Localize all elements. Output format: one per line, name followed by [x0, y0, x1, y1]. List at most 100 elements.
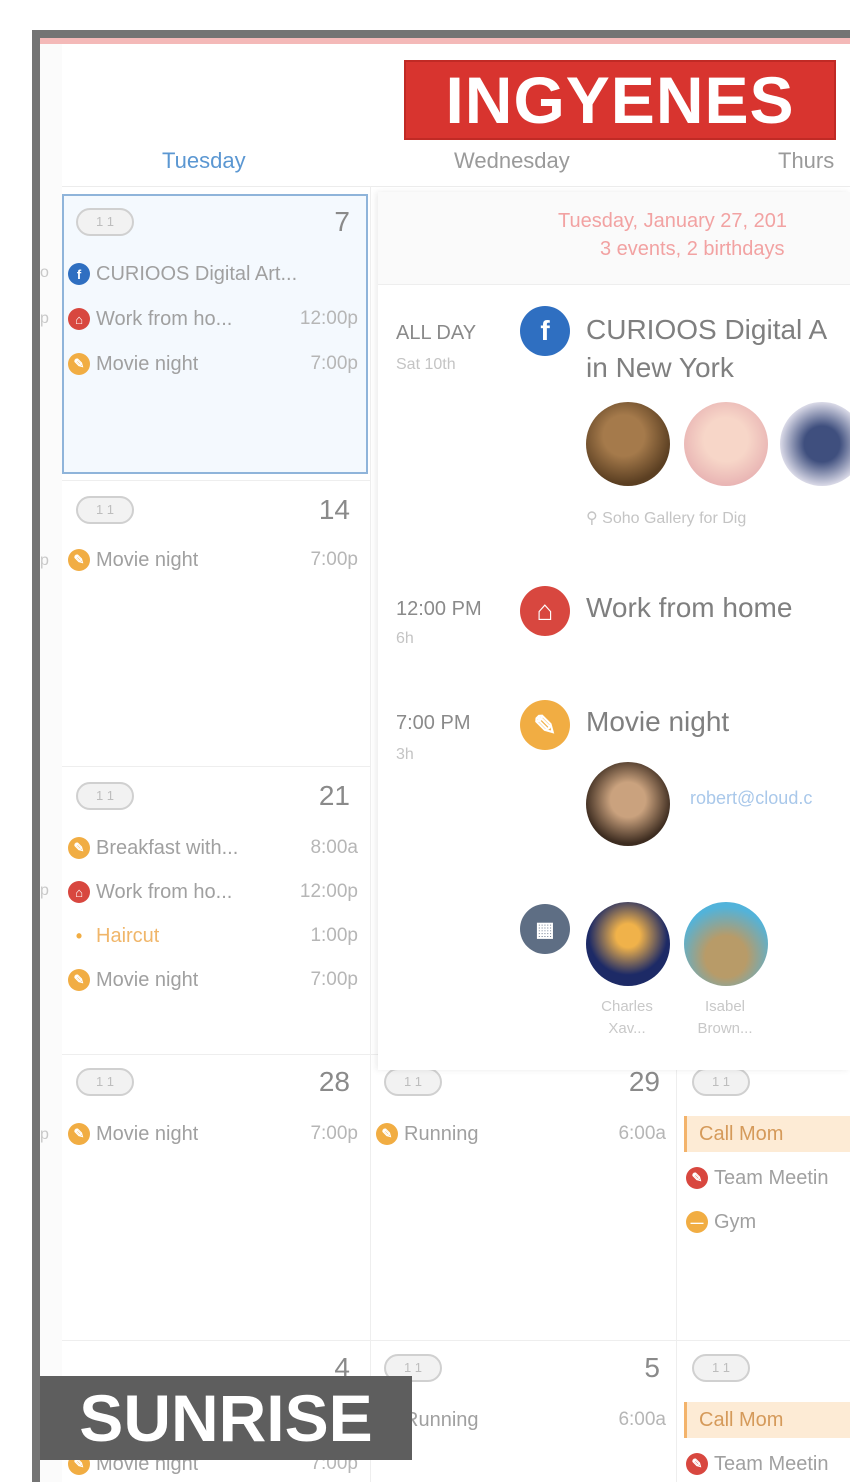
event-time: 7:00p: [310, 549, 358, 570]
detail-event-duration: Sat 10th: [396, 356, 456, 373]
gift-icon: ▦: [520, 904, 570, 954]
day-number: 7: [334, 206, 350, 237]
day-number: 14: [318, 494, 350, 525]
event-name: Movie night: [96, 548, 199, 571]
call-mom-event[interactable]: Call Mom: [684, 1116, 850, 1152]
detail-date: Tuesday, January 27, 201: [558, 210, 788, 232]
bullet-icon: •: [75, 925, 83, 946]
detail-count: 3 events, 2 birthdays: [600, 238, 785, 260]
event-name: Movie night: [96, 968, 199, 991]
week-gutter: [40, 44, 62, 1482]
detail-event-duration: 6h: [396, 630, 414, 647]
attendee-avatar[interactable]: [684, 402, 768, 486]
today-indicator-bar: [40, 38, 850, 44]
detail-event-title[interactable]: CURIOOS Digital A: [586, 314, 827, 346]
home-icon: ⌂: [68, 881, 90, 903]
attendee-avatar[interactable]: [586, 762, 670, 846]
detail-event-duration: 3h: [396, 746, 414, 763]
day-header-thursday[interactable]: Thurs: [778, 148, 834, 174]
event-time: 8:00a: [310, 837, 358, 858]
event-name: CURIOOS Digital Art...: [96, 262, 298, 285]
pencil-icon: ✎: [68, 1123, 90, 1145]
event-row[interactable]: ✎ Movie night 7:00p: [68, 546, 358, 574]
birthday-name: Isabel Brown...: [697, 998, 753, 1037]
detail-event-time: 7:00 PM: [396, 712, 471, 734]
pencil-icon: ✎: [68, 549, 90, 571]
event-row[interactable]: • Haircut 1:00p: [68, 922, 358, 950]
home-icon: ⌂: [68, 308, 90, 330]
day-header-wednesday[interactable]: Wednesday: [454, 148, 570, 174]
clipped-text: p: [40, 1126, 49, 1143]
week-number-pill: 1 1: [692, 1068, 750, 1096]
event-name: Running: [404, 1408, 479, 1431]
event-time: 7:00p: [310, 969, 358, 990]
facebook-icon: f: [68, 263, 90, 285]
event-name: Gym: [714, 1210, 757, 1233]
event-row[interactable]: ✎ Team Meetin: [686, 1164, 850, 1192]
week-number-pill: 1 1: [76, 496, 134, 524]
birthday-avatar[interactable]: [586, 902, 670, 986]
clipped-text: p: [40, 310, 49, 327]
detail-event-time: ALL DAY: [396, 322, 477, 344]
row-divider: [62, 480, 370, 481]
event-name: Work from ho...: [96, 880, 233, 903]
window-border-left: [32, 30, 40, 1482]
attendee-avatar[interactable]: [586, 402, 670, 486]
attendee-email[interactable]: robert@cloud.c: [690, 788, 812, 809]
row-divider: [62, 766, 370, 767]
home-icon: ⌂: [520, 586, 570, 636]
week-number-pill: 1 1: [76, 1068, 134, 1096]
column-divider: [370, 186, 371, 1482]
week-number-pill: 1 1: [692, 1354, 750, 1382]
promo-banner-top: INGYENES: [404, 60, 836, 140]
clipped-text: o: [40, 264, 49, 281]
event-name: Work from ho...: [96, 307, 233, 330]
event-time: 6:00a: [618, 1409, 666, 1430]
pencil-icon: ✎: [68, 837, 90, 859]
event-row[interactable]: ⌂ Work from ho... 12:00p: [68, 305, 358, 333]
week-number-pill: 1 1: [76, 208, 134, 236]
event-row[interactable]: ✎ Team Meetin: [686, 1450, 850, 1478]
event-row[interactable]: ✎ Movie night 7:00p: [68, 1120, 358, 1148]
event-row[interactable]: ✎ Movie night 7:00p: [68, 350, 358, 378]
promo-banner-bottom: SUNRISE: [40, 1376, 412, 1460]
event-name: Breakfast with...: [96, 836, 239, 859]
pencil-icon: ✎: [376, 1123, 398, 1145]
event-row[interactable]: ✎ Breakfast with... 8:00a: [68, 834, 358, 862]
column-divider: [676, 1070, 677, 1482]
event-time: 7:00p: [310, 1123, 358, 1144]
header-divider: [62, 186, 850, 187]
detail-event-title[interactable]: Movie night: [586, 706, 729, 738]
detail-event-title[interactable]: Work from home: [586, 592, 792, 624]
event-location: Soho Gallery for Dig: [602, 510, 747, 527]
location-text: ⚲ Soho Gallery for Dig: [586, 508, 746, 528]
day-number: 21: [318, 780, 350, 811]
day-number: 5: [644, 1352, 660, 1383]
day-number: 28: [318, 1066, 350, 1097]
event-row[interactable]: — Gym: [686, 1208, 850, 1236]
pencil-icon: ✎: [520, 700, 570, 750]
detail-event-title-line2: in New York: [586, 352, 734, 383]
event-row[interactable]: ✎ Running 6:00a: [376, 1406, 666, 1434]
event-row[interactable]: ✎ Movie night 7:00p: [68, 966, 358, 994]
call-mom-event[interactable]: Call Mom: [684, 1402, 850, 1438]
people-icon: ✎: [686, 1167, 708, 1189]
day-number: 29: [628, 1066, 660, 1097]
clipped-text: p: [40, 882, 49, 899]
day-header-tuesday[interactable]: Tuesday: [162, 148, 246, 174]
day-detail-header: Tuesday, January 27, 201 3 events, 2 bir…: [378, 192, 850, 285]
event-name: Running: [404, 1122, 479, 1145]
event-time: 12:00p: [299, 881, 358, 902]
event-row[interactable]: ⌂ Work from ho... 12:00p: [68, 878, 358, 906]
event-name: Team Meetin: [714, 1452, 829, 1475]
week-number-pill: 1 1: [76, 782, 134, 810]
event-name: Movie night: [96, 1122, 199, 1145]
event-time: 12:00p: [299, 308, 358, 329]
event-row[interactable]: f CURIOOS Digital Art...: [68, 260, 358, 288]
event-row[interactable]: ✎ Running 6:00a: [376, 1120, 666, 1148]
event-time: 1:00p: [310, 925, 358, 946]
detail-event-time: 12:00 PM: [396, 598, 482, 620]
event-name: Haircut: [96, 924, 160, 947]
row-divider: [62, 1340, 850, 1341]
birthday-avatar[interactable]: [684, 902, 768, 986]
